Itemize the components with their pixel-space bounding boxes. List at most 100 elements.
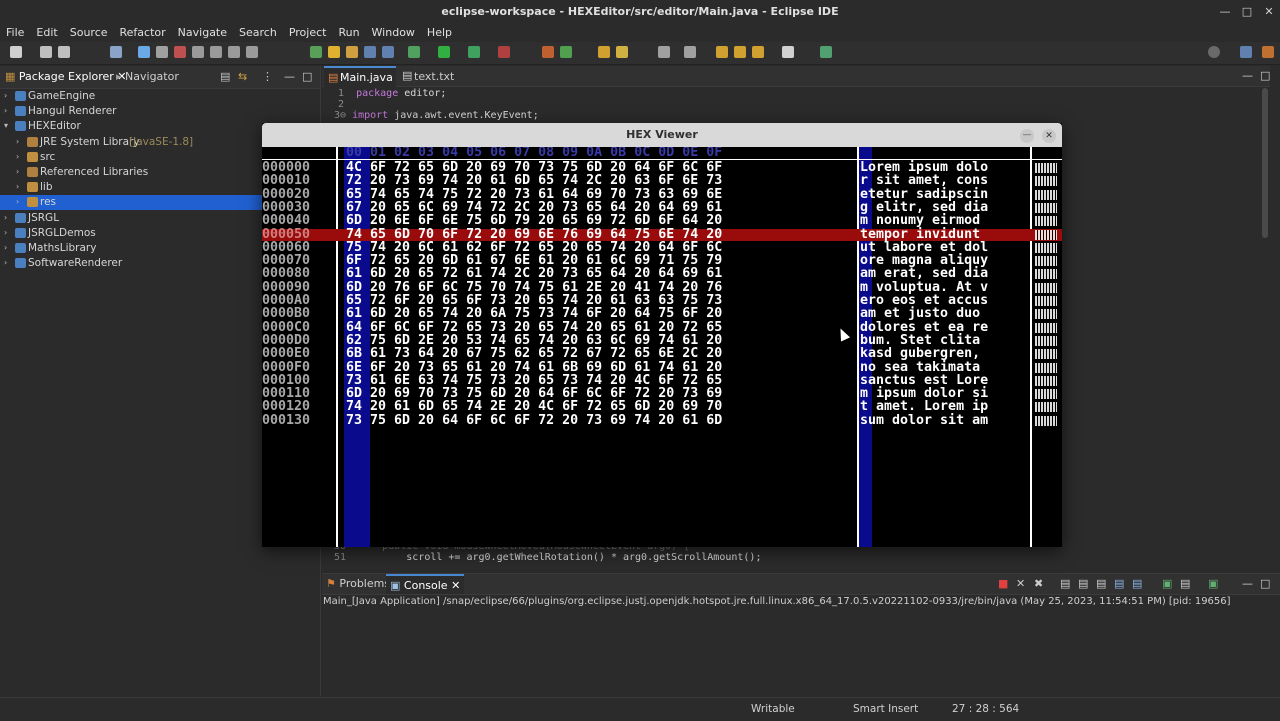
scroll-lock-icon[interactable]: ▤ [1078, 577, 1088, 590]
code-line-1[interactable]: 1 package editor; [338, 88, 446, 99]
menu-window[interactable]: Window [366, 24, 421, 39]
code-line-3[interactable]: 3⊖ import java.awt.event.KeyEvent; [334, 110, 539, 121]
highlight-icon[interactable] [328, 46, 340, 58]
hex-ascii[interactable]: m voluptua. At v [860, 280, 988, 294]
hex-bytes[interactable]: 6B 61 73 64 20 67 75 62 65 72 67 72 65 6… [346, 347, 722, 361]
hex-bytes[interactable]: 73 61 6E 63 74 75 73 20 65 73 74 20 4C 6… [346, 373, 722, 387]
hex-canvas[interactable]: 00 01 02 03 04 05 06 07 08 09 0A 0B 0C 0… [262, 147, 1062, 547]
menu-source[interactable]: Source [64, 24, 114, 39]
java-perspective-icon[interactable] [1262, 46, 1274, 58]
menu-file[interactable]: File [0, 24, 30, 39]
tree-item[interactable]: › GameEngine [0, 89, 320, 104]
minimize-editor-icon[interactable]: — [1242, 69, 1253, 82]
hex-bytes[interactable]: 65 74 65 74 75 72 20 73 61 64 69 70 73 6… [346, 187, 722, 201]
editor-scrollbar[interactable] [1262, 88, 1268, 238]
hex-bytes[interactable]: 6D 20 76 6F 6C 75 70 74 75 61 2E 20 41 7… [346, 280, 722, 294]
maximize-view-icon[interactable]: □ [302, 70, 312, 83]
hex-ascii[interactable]: m nonumy eirmod [860, 214, 988, 228]
hex-ascii[interactable]: am erat, sed dia [860, 267, 988, 281]
forward-nav-icon[interactable] [782, 46, 794, 58]
maximize-icon[interactable]: □ [1240, 5, 1254, 19]
tab-text-txt[interactable]: ▤ text.txt [400, 66, 470, 86]
clear-console-icon[interactable]: ▤ [1060, 577, 1070, 590]
hex-bytes[interactable]: 67 20 65 6C 69 74 72 2C 20 73 65 64 20 6… [346, 201, 722, 215]
save-all-icon[interactable] [58, 46, 70, 58]
hex-bytes[interactable]: 6E 6F 20 73 65 61 20 74 61 6B 69 6D 61 7… [346, 360, 722, 374]
chevron-right-icon[interactable]: › [4, 258, 7, 267]
chevron-right-icon[interactable]: › [16, 152, 19, 161]
close-icon[interactable]: ✕ [1262, 5, 1276, 19]
block-selection-icon[interactable] [364, 46, 376, 58]
chevron-right-icon[interactable]: › [4, 243, 7, 252]
view-menu-icon[interactable]: ⋮ [262, 70, 273, 83]
resume-icon[interactable] [138, 46, 150, 58]
toggle-mark-icon[interactable] [346, 46, 358, 58]
chevron-down-icon[interactable]: ▾ [4, 121, 8, 130]
menu-project[interactable]: Project [283, 24, 333, 39]
debug-icon[interactable] [110, 46, 122, 58]
minimize-icon[interactable]: — [1218, 5, 1232, 19]
search-tool-icon[interactable] [616, 46, 628, 58]
show-on-output-icon[interactable]: ▤ [1114, 577, 1124, 590]
collapse-all-icon[interactable]: ▤ [220, 70, 230, 83]
hex-bytes[interactable]: 75 74 20 6C 61 62 6F 72 65 20 65 74 20 6… [346, 240, 722, 254]
chevron-right-icon[interactable]: › [4, 228, 7, 237]
menu-refactor[interactable]: Refactor [114, 24, 172, 39]
code-line-51[interactable]: 51 scroll += arg0.getWheelRotation() * a… [334, 552, 761, 563]
show-whitespace-icon[interactable] [382, 46, 394, 58]
disconnect-icon[interactable] [192, 46, 204, 58]
maximize-editor-icon[interactable]: □ [1260, 69, 1270, 82]
open-task-icon[interactable] [598, 46, 610, 58]
hex-minimize-icon[interactable]: — [1020, 129, 1034, 143]
hex-ascii[interactable]: kasd gubergren, [860, 347, 988, 361]
menu-search[interactable]: Search [233, 24, 283, 39]
suspend-icon[interactable] [156, 46, 168, 58]
chevron-right-icon[interactable]: › [4, 213, 7, 222]
tab-package-explorer[interactable]: ▦ Package Explorer ✕ [5, 70, 127, 83]
step-return-icon[interactable] [246, 46, 258, 58]
open-console-icon[interactable]: ▣ [1208, 577, 1218, 590]
display-console-icon[interactable]: ▤ [1180, 577, 1190, 590]
next-annotation-icon[interactable] [684, 46, 696, 58]
step-over-icon[interactable] [228, 46, 240, 58]
step-into-icon[interactable] [210, 46, 222, 58]
chevron-right-icon[interactable]: › [16, 197, 19, 206]
minimize-console-icon[interactable]: — [1242, 577, 1253, 590]
hex-bytes[interactable]: 62 75 6D 2E 20 53 74 65 74 20 63 6C 69 7… [346, 334, 722, 348]
hex-bytes[interactable]: 72 20 73 69 74 20 61 6D 65 74 2C 20 63 6… [346, 174, 722, 188]
external-tools-icon[interactable] [498, 46, 510, 58]
hex-ascii[interactable]: bum. Stet clita [860, 334, 988, 348]
last-edit-icon[interactable] [716, 46, 728, 58]
terminate-icon[interactable] [174, 46, 186, 58]
hex-ascii[interactable]: sum dolor sit am [860, 413, 988, 427]
hex-bytes[interactable]: 61 6D 20 65 72 61 74 2C 20 73 65 64 20 6… [346, 267, 722, 281]
link-editor-icon[interactable]: ⇆ [238, 70, 247, 83]
hex-bytes[interactable]: 4C 6F 72 65 6D 20 69 70 73 75 6D 20 64 6… [346, 161, 722, 175]
terminate-console-icon[interactable]: ■ [998, 577, 1008, 590]
remove-all-icon[interactable]: ✖ [1034, 577, 1043, 590]
hex-bytes[interactable]: 61 6D 20 65 74 20 6A 75 73 74 6F 20 64 7… [346, 307, 722, 321]
new-package-icon[interactable] [560, 46, 572, 58]
minimize-view-icon[interactable]: — [284, 70, 295, 83]
remove-launch-icon[interactable]: ✕ [1016, 577, 1025, 590]
new-java-project-icon[interactable] [542, 46, 554, 58]
hex-ascii[interactable]: no sea takimata [860, 360, 988, 374]
hex-ascii[interactable]: dolores et ea re [860, 320, 988, 334]
show-on-error-icon[interactable]: ▤ [1132, 577, 1142, 590]
coverage-icon[interactable] [468, 46, 480, 58]
search-icon[interactable] [1208, 46, 1220, 58]
tab-main-java[interactable]: ▤ Main.java [324, 66, 396, 88]
back-icon[interactable] [734, 46, 746, 58]
annotation-nav-icon[interactable] [658, 46, 670, 58]
tab-navigator[interactable]: ▸ Navigator [116, 70, 179, 83]
hex-ascii[interactable]: etetur sadipscin [860, 187, 988, 201]
hex-ascii[interactable]: r sit amet, cons [860, 174, 988, 188]
chevron-right-icon[interactable]: › [16, 167, 19, 176]
save-icon[interactable] [40, 46, 52, 58]
hex-ascii[interactable]: tempor invidunt [860, 227, 988, 241]
tab-console[interactable]: ▣ Console ✕ [386, 574, 465, 594]
hex-bytes[interactable]: 74 20 61 6D 65 74 2E 20 4C 6F 72 65 6D 2… [346, 400, 722, 414]
tree-item[interactable]: › Hangul Renderer [0, 104, 320, 119]
hex-bytes[interactable]: 6F 72 65 20 6D 61 67 6E 61 20 61 6C 69 7… [346, 254, 722, 268]
pin-editor-icon[interactable] [820, 46, 832, 58]
